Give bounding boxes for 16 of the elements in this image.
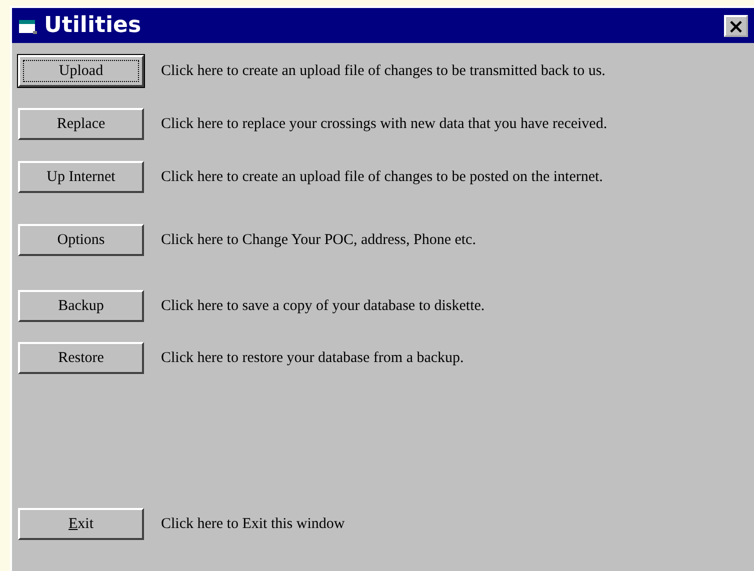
action-button[interactable]: Backup xyxy=(18,290,144,322)
action-button[interactable]: Restore xyxy=(18,342,144,374)
action-button[interactable]: Upload xyxy=(18,55,144,87)
action-description: Click here to replace your crossings with new data that you have received. xyxy=(161,116,608,132)
action-description: Click here to save a copy of your database to diskette. xyxy=(161,298,485,314)
action-button[interactable]: Replace xyxy=(18,108,144,140)
action-description: Click here to restore your database from a backup. xyxy=(161,350,464,366)
window-title: Utilities xyxy=(44,13,142,38)
action-button[interactable]: Options xyxy=(18,224,144,256)
action-description: Click here to create an upload file of changes to be transmitted back to us. xyxy=(161,62,606,80)
action-description: Click here to create an upload file of changes to be posted on the internet. xyxy=(161,168,603,186)
action-button[interactable]: Up Internet xyxy=(18,161,144,193)
action-description: Click here to Exit this window xyxy=(161,516,345,532)
action-button[interactable]: Exit xyxy=(18,508,144,540)
action-description: Click here to Change Your POC, address, Phone etc. xyxy=(161,232,476,248)
close-button[interactable]: × xyxy=(724,14,748,36)
